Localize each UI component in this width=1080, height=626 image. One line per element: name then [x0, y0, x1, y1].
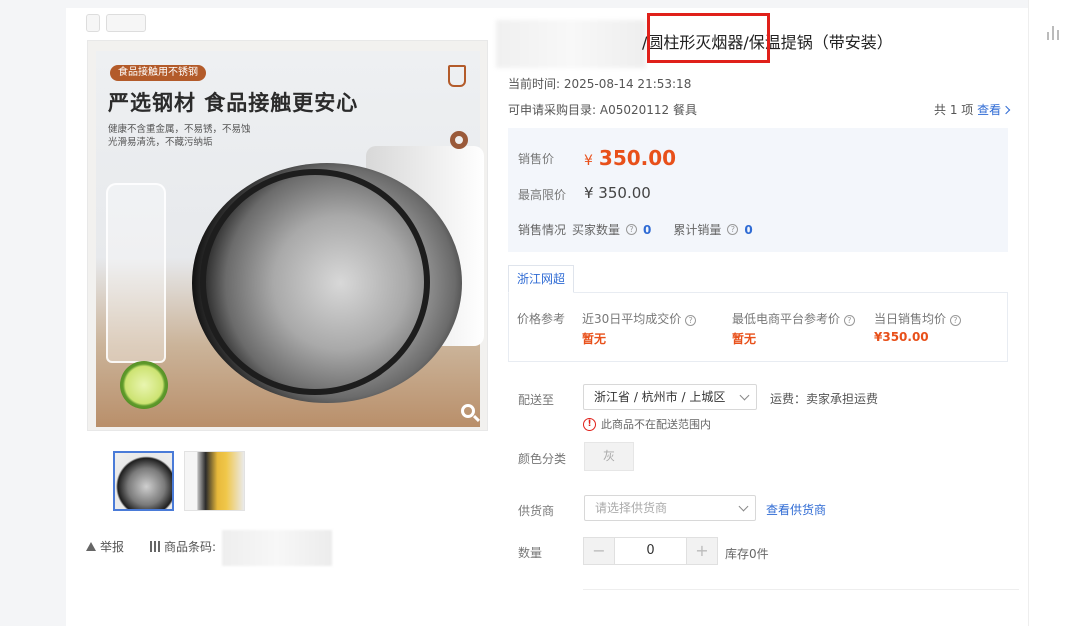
view-supplier-link[interactable]: 查看供货商 — [766, 501, 826, 518]
region-value: 浙江省 / 杭州市 / 上城区 — [594, 390, 726, 404]
help-icon[interactable]: ? — [685, 315, 697, 326]
sales-label: 销售情况 — [518, 223, 567, 237]
lowest-price-label: 最低电商平台参考价 ? — [732, 310, 855, 327]
ring-icon — [450, 131, 468, 149]
quantity-stepper: − 0 + — [583, 537, 718, 565]
help-icon[interactable]: ? — [626, 224, 638, 235]
price-panel: 销售价 ¥350.00 最高限价 ¥ 350.00 销售情况 买家数量 ? 0 … — [508, 128, 1008, 252]
thumbnail-1[interactable] — [113, 451, 174, 511]
count-text: 共 1 项 — [934, 103, 974, 117]
sales-info: 销售情况 买家数量 ? 0 累计销量 ? 0 — [518, 221, 753, 238]
help-icon[interactable]: ? — [727, 224, 739, 235]
image-subtext: 健康不含重金属，不易锈，不易蚀 光滑易清洗，不藏污纳垢 — [108, 123, 251, 149]
chevron-right-icon — [1001, 105, 1011, 115]
catalog-count: 共 1 项 查看 — [934, 101, 1011, 118]
image-subtext-line: 光滑易清洗，不藏污纳垢 — [108, 137, 213, 148]
lime-slice — [120, 361, 168, 409]
price-reference-panel: 价格参考 近30日平均成交价 ? 暂无 最低电商平台参考价 ? 暂无 当日销售均… — [508, 292, 1008, 362]
lowest-price-value: 暂无 — [732, 332, 757, 346]
sale-price-label: 销售价 — [518, 152, 555, 166]
highlight-box — [647, 13, 770, 63]
view-catalog-link[interactable]: 查看 — [977, 103, 1011, 117]
price-reference-label: 价格参考 — [517, 312, 566, 326]
equalizer-icon[interactable] — [1047, 26, 1063, 42]
catalog-label: 可申请采购目录: — [508, 103, 597, 117]
sale-price-value: 350.00 — [598, 146, 677, 170]
thumbnail-2[interactable] — [184, 451, 245, 511]
main-product-image[interactable]: 食品接触用不锈钢 严选钢材 食品接触更安心 健康不含重金属，不易锈，不易蚀 光滑… — [87, 40, 488, 431]
color-option-gray[interactable]: 灰 — [584, 442, 634, 471]
delivery-warning: ! 此商品不在配送范围内 — [583, 416, 711, 432]
material-badge: 食品接触用不锈钢 — [110, 65, 206, 81]
daily-avg-label-text: 当日销售均价 — [874, 312, 947, 326]
report-link[interactable]: 举报 — [86, 538, 124, 555]
avg-price-value: 暂无 — [582, 332, 607, 346]
barcode-info: 商品条码: — [150, 538, 216, 555]
quantity-label: 数量 — [518, 546, 543, 560]
thumbnail-strip — [113, 451, 245, 511]
catalog-info: 可申请采购目录: A05020112 餐具 — [508, 101, 697, 118]
currency-symbol: ¥ — [584, 153, 593, 169]
supplier-label: 供货商 — [518, 504, 555, 518]
right-sidebar — [1028, 0, 1080, 626]
title-redacted — [496, 20, 646, 68]
glass-bottle — [106, 183, 166, 363]
chevron-down-icon — [738, 501, 749, 512]
avg-price-label-text: 近30日平均成交价 — [582, 312, 682, 326]
warning-triangle-icon — [86, 542, 96, 551]
barcode-label: 商品条码: — [164, 540, 217, 554]
delivery-warning-text: 此商品不在配送范围内 — [601, 418, 711, 431]
divider — [583, 589, 1019, 590]
color-label: 颜色分类 — [518, 452, 567, 466]
buyers-label: 买家数量 — [572, 223, 621, 237]
cup-icon — [448, 65, 466, 87]
product-photo: 食品接触用不锈钢 严选钢材 食品接触更安心 健康不含重金属，不易锈，不易蚀 光滑… — [96, 51, 484, 427]
time-value: 2025-08-14 21:53:18 — [563, 77, 692, 91]
buyers-value: 0 — [643, 222, 652, 237]
max-price-value: ¥ 350.00 — [584, 184, 651, 202]
image-headline: 严选钢材 食品接触更安心 — [108, 91, 359, 115]
max-price-label: 最高限价 — [518, 188, 567, 202]
increment-button[interactable]: + — [687, 538, 717, 564]
barcode-icon — [150, 541, 160, 552]
pot-rim — [200, 169, 430, 395]
delivery-label: 配送至 — [518, 393, 555, 407]
chevron-down-icon — [739, 390, 750, 401]
zoom-icon[interactable] — [461, 404, 481, 424]
current-time: 当前时间: 2025-08-14 21:53:18 — [508, 75, 691, 92]
view-label: 查看 — [977, 103, 1002, 117]
decrement-button[interactable]: − — [584, 538, 614, 564]
supplier-select[interactable]: 请选择供货商 — [584, 495, 756, 521]
quantity-input[interactable]: 0 — [614, 538, 687, 564]
catalog-value: A05020112 餐具 — [599, 103, 697, 117]
alert-icon: ! — [583, 417, 596, 431]
barcode-value-redacted — [222, 530, 332, 566]
image-subtext-line: 健康不含重金属，不易锈，不易蚀 — [108, 124, 251, 135]
total-sales-value: 0 — [744, 222, 753, 237]
total-sales-label: 累计销量 — [673, 223, 722, 237]
time-label: 当前时间: — [508, 77, 561, 91]
image-tags — [86, 14, 146, 32]
help-icon[interactable]: ? — [843, 315, 855, 326]
avg-price-label: 近30日平均成交价 ? — [582, 310, 697, 327]
report-label: 举报 — [100, 540, 125, 554]
freight-info: 运费：卖家承担运费 — [770, 392, 879, 406]
supplier-placeholder: 请选择供货商 — [595, 501, 668, 515]
daily-avg-value: ¥350.00 — [874, 330, 929, 344]
sale-price: ¥350.00 — [584, 146, 676, 170]
tab-zhejiang-mall[interactable]: 浙江网超 — [508, 265, 575, 293]
lowest-price-label-text: 最低电商平台参考价 — [732, 312, 841, 326]
daily-avg-label: 当日销售均价 ? — [874, 310, 961, 327]
stock-info: 库存0件 — [725, 547, 769, 561]
help-icon[interactable]: ? — [949, 315, 961, 326]
region-select[interactable]: 浙江省 / 杭州市 / 上城区 — [583, 384, 757, 410]
